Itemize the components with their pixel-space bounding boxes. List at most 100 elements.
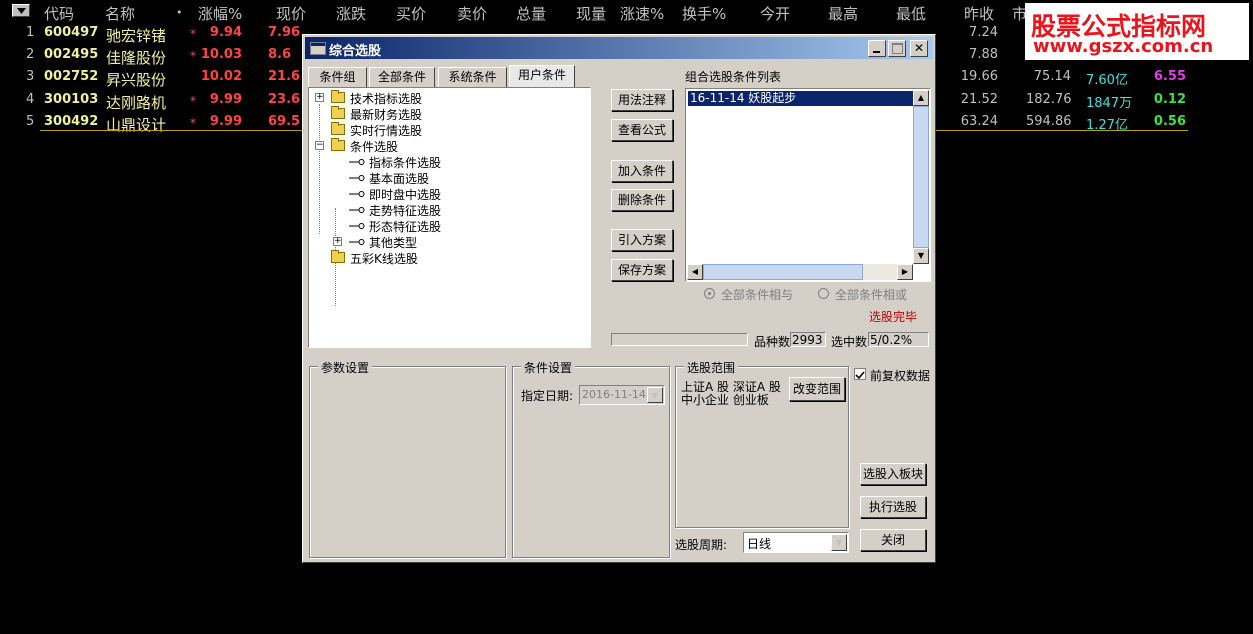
header-name[interactable]: 名称: [105, 3, 135, 24]
header-change-pct[interactable]: 涨幅%: [198, 3, 242, 24]
scroll-left-icon[interactable]: ◀: [687, 264, 703, 280]
view-formula-button[interactable]: 查看公式: [611, 119, 673, 141]
amount-unit: 万: [1119, 96, 1133, 111]
tab-user-conditions[interactable]: 用户条件: [509, 65, 575, 87]
plus-icon[interactable]: +: [333, 237, 342, 246]
vertical-scrollbar[interactable]: ▲ ▼: [913, 90, 929, 264]
header-bid[interactable]: 买价: [396, 3, 426, 24]
header-prev-close[interactable]: 昨收: [964, 3, 994, 24]
prev-close: 21.52: [960, 92, 998, 107]
prev-close: 63.24: [960, 114, 998, 129]
tree-label: 最新财务选股: [350, 108, 423, 122]
star-mark: *: [190, 94, 196, 108]
radio-all-and[interactable]: [704, 288, 715, 299]
price: 8.6: [268, 47, 292, 62]
tree-item-fundamental[interactable]: 基本面选股: [309, 170, 589, 186]
dialog-titlebar[interactable]: 综合选股 ✕: [305, 37, 933, 59]
window-icon: [310, 42, 326, 55]
scroll-up-icon[interactable]: ▲: [913, 90, 929, 106]
tree-item-other[interactable]: + 其他类型: [309, 234, 589, 250]
tree-label: 条件选股: [350, 140, 399, 154]
tab-all-conditions[interactable]: 全部条件: [369, 67, 435, 87]
stock-count-value: 2993: [792, 333, 823, 347]
import-plan-button[interactable]: 引入方案: [611, 229, 673, 251]
tab-system-conditions[interactable]: 系统条件: [438, 67, 507, 87]
tree-item-technical[interactable]: + 技术指标选股: [309, 90, 589, 106]
header-low[interactable]: 最低: [896, 3, 926, 24]
run-screening-button[interactable]: 执行选股: [860, 496, 926, 518]
maximize-button[interactable]: [888, 40, 906, 57]
check-icon: [855, 371, 865, 380]
radio-all-or[interactable]: [818, 288, 829, 299]
chevron-down-icon[interactable]: ▼: [831, 534, 847, 551]
header-ask[interactable]: 卖价: [457, 3, 487, 24]
date-picker[interactable]: 2016-11-14 ▼: [579, 385, 665, 405]
tree-item-pattern[interactable]: 形态特征选股: [309, 218, 589, 234]
header-change[interactable]: 涨跌: [336, 3, 366, 24]
row-index: 2: [26, 47, 35, 62]
tree-item-condition[interactable]: − 条件选股: [309, 138, 589, 154]
save-plan-button[interactable]: 保存方案: [611, 259, 673, 281]
row-index: 1: [26, 25, 35, 40]
list-item[interactable]: 16-11-14 妖股起步: [688, 91, 914, 106]
tree-label: 基本面选股: [369, 172, 430, 186]
scroll-right-icon[interactable]: ▶: [897, 264, 913, 280]
header-turnover[interactable]: 换手%: [682, 3, 726, 24]
horizontal-scrollbar[interactable]: ◀ ▶: [687, 264, 913, 280]
tree-item-trend[interactable]: 走势特征选股: [309, 202, 589, 218]
params-group: 参数设置: [309, 359, 506, 558]
market-value: 75.14: [1033, 69, 1071, 84]
period-select[interactable]: 日线 ▼: [743, 532, 849, 553]
change-pct: 9.94: [209, 25, 242, 40]
prev-close: 19.66: [960, 69, 998, 84]
prev-close: 7.24: [969, 25, 998, 40]
range-group-title: 选股范围: [684, 359, 739, 376]
minus-icon[interactable]: −: [315, 141, 324, 150]
tree-item-intraday[interactable]: 即时盘中选股: [309, 186, 589, 202]
rate: 0.12: [1153, 92, 1186, 107]
price: 23.6: [268, 92, 301, 107]
tree-item-realtime[interactable]: 实时行情选股: [309, 122, 589, 138]
watermark-url: www.gszx.com.cn: [1033, 36, 1214, 57]
add-to-block-button[interactable]: 选股入板块: [860, 463, 926, 485]
tree-item-indicator-cond[interactable]: 指标条件选股: [309, 154, 589, 170]
change-range-button[interactable]: 改变范围: [789, 377, 845, 401]
tree-item-financial[interactable]: 最新财务选股: [309, 106, 589, 122]
scroll-thumb[interactable]: [703, 264, 863, 280]
scroll-thumb[interactable]: [913, 106, 929, 248]
close-button[interactable]: 关闭: [860, 529, 926, 551]
tree-label: 技术指标选股: [350, 92, 423, 106]
header-current-volume[interactable]: 现量: [576, 3, 606, 24]
stock-code: 300103: [44, 92, 99, 107]
header-speed[interactable]: 涨速%: [620, 3, 664, 24]
header-price[interactable]: 现价: [276, 3, 306, 24]
header-high[interactable]: 最高: [828, 3, 858, 24]
scroll-down-icon[interactable]: ▼: [913, 248, 929, 264]
amount-unit: 亿: [1114, 73, 1128, 88]
close-icon[interactable]: ✕: [910, 40, 928, 57]
stock-count-label: 品种数: [754, 335, 791, 349]
chevron-down-icon[interactable]: ▼: [647, 387, 663, 403]
dialog-title: 综合选股: [329, 44, 382, 59]
folder-icon: [331, 250, 345, 263]
minimize-button[interactable]: [868, 40, 886, 57]
header-volume[interactable]: 总量: [516, 3, 546, 24]
stock-code: 300492: [44, 114, 99, 129]
header-code[interactable]: 代码: [44, 3, 74, 24]
condition-list[interactable]: 16-11-14 妖股起步 ▲ ▼ ◀ ▶: [685, 88, 931, 282]
usage-notes-button[interactable]: 用法注释: [611, 89, 673, 111]
key-icon: [349, 191, 365, 197]
tree-label: 五彩K线选股: [350, 252, 418, 266]
plus-icon[interactable]: +: [315, 93, 324, 102]
tree-item-candle[interactable]: 五彩K线选股: [309, 250, 589, 266]
condition-tree[interactable]: + 技术指标选股 最新财务选股 实时行情选股 − 条件选股 指标条件选股 基本面…: [308, 87, 591, 348]
add-condition-button[interactable]: 加入条件: [611, 160, 673, 182]
delete-condition-button[interactable]: 删除条件: [611, 189, 673, 211]
header-open[interactable]: 今开: [760, 3, 790, 24]
radio-all-or-label: 全部条件相或: [835, 288, 908, 302]
tab-condition-group[interactable]: 条件组: [308, 67, 367, 87]
condition-settings-title: 条件设置: [521, 359, 576, 376]
forward-adjust-checkbox[interactable]: [854, 368, 866, 380]
sort-dropdown-button[interactable]: [12, 4, 30, 17]
price: 69.5: [268, 114, 301, 129]
